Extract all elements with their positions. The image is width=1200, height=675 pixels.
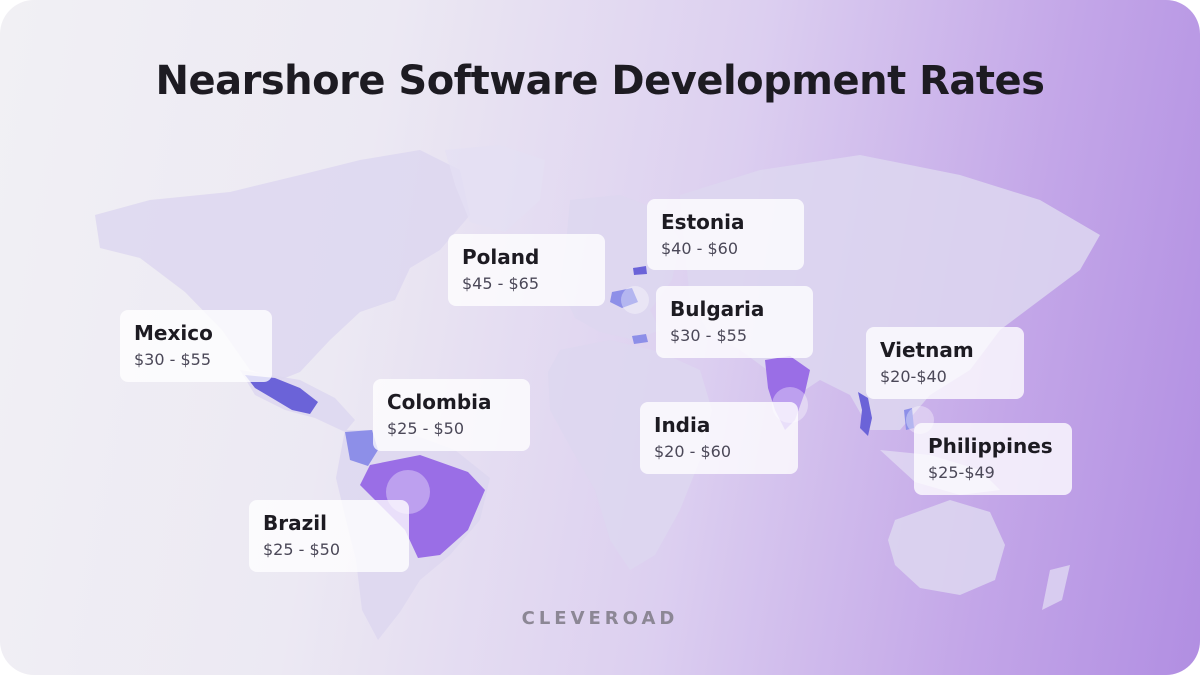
mexico-label: Mexico $30 - $55 [120, 310, 272, 382]
poland-marker [621, 286, 649, 314]
country-name: Estonia [661, 210, 745, 234]
philippines-label: Philippines $25-$49 [914, 423, 1072, 495]
country-name: Mexico [134, 321, 213, 345]
country-rate: $25 - $50 [263, 540, 341, 559]
country-rate: $40 - $60 [661, 239, 739, 258]
bulgaria-label: Bulgaria $30 - $55 [656, 286, 813, 358]
australia-landmass [888, 500, 1005, 595]
colombia-label: Colombia $25 - $50 [373, 379, 530, 451]
infographic-card: Nearshore Software Development Rates Mex… [0, 0, 1200, 675]
india-label: India $20 - $60 [640, 402, 798, 474]
country-rate: $25 - $50 [387, 419, 465, 438]
country-rate: $30 - $55 [670, 326, 748, 345]
country-name: India [654, 413, 711, 437]
country-name: Colombia [387, 390, 492, 414]
country-name: Bulgaria [670, 297, 765, 321]
brazil-label: Brazil $25 - $50 [249, 500, 409, 572]
country-name: Vietnam [880, 338, 974, 362]
country-rate: $30 - $55 [134, 350, 212, 369]
new-zealand-landmass [1042, 565, 1070, 610]
country-name: Brazil [263, 511, 327, 535]
country-name: Poland [462, 245, 540, 269]
estonia-label: Estonia $40 - $60 [647, 199, 804, 270]
poland-label: Poland $45 - $65 [448, 234, 605, 306]
country-rate: $45 - $65 [462, 274, 540, 293]
country-rate: $20-$40 [880, 367, 947, 386]
country-rate: $25-$49 [928, 463, 995, 482]
country-name: Philippines [928, 434, 1053, 458]
country-rate: $20 - $60 [654, 442, 732, 461]
page-title: Nearshore Software Development Rates [155, 58, 1045, 104]
brand-logo-text: CLEVEROAD [521, 608, 679, 629]
vietnam-label: Vietnam $20-$40 [866, 327, 1024, 399]
